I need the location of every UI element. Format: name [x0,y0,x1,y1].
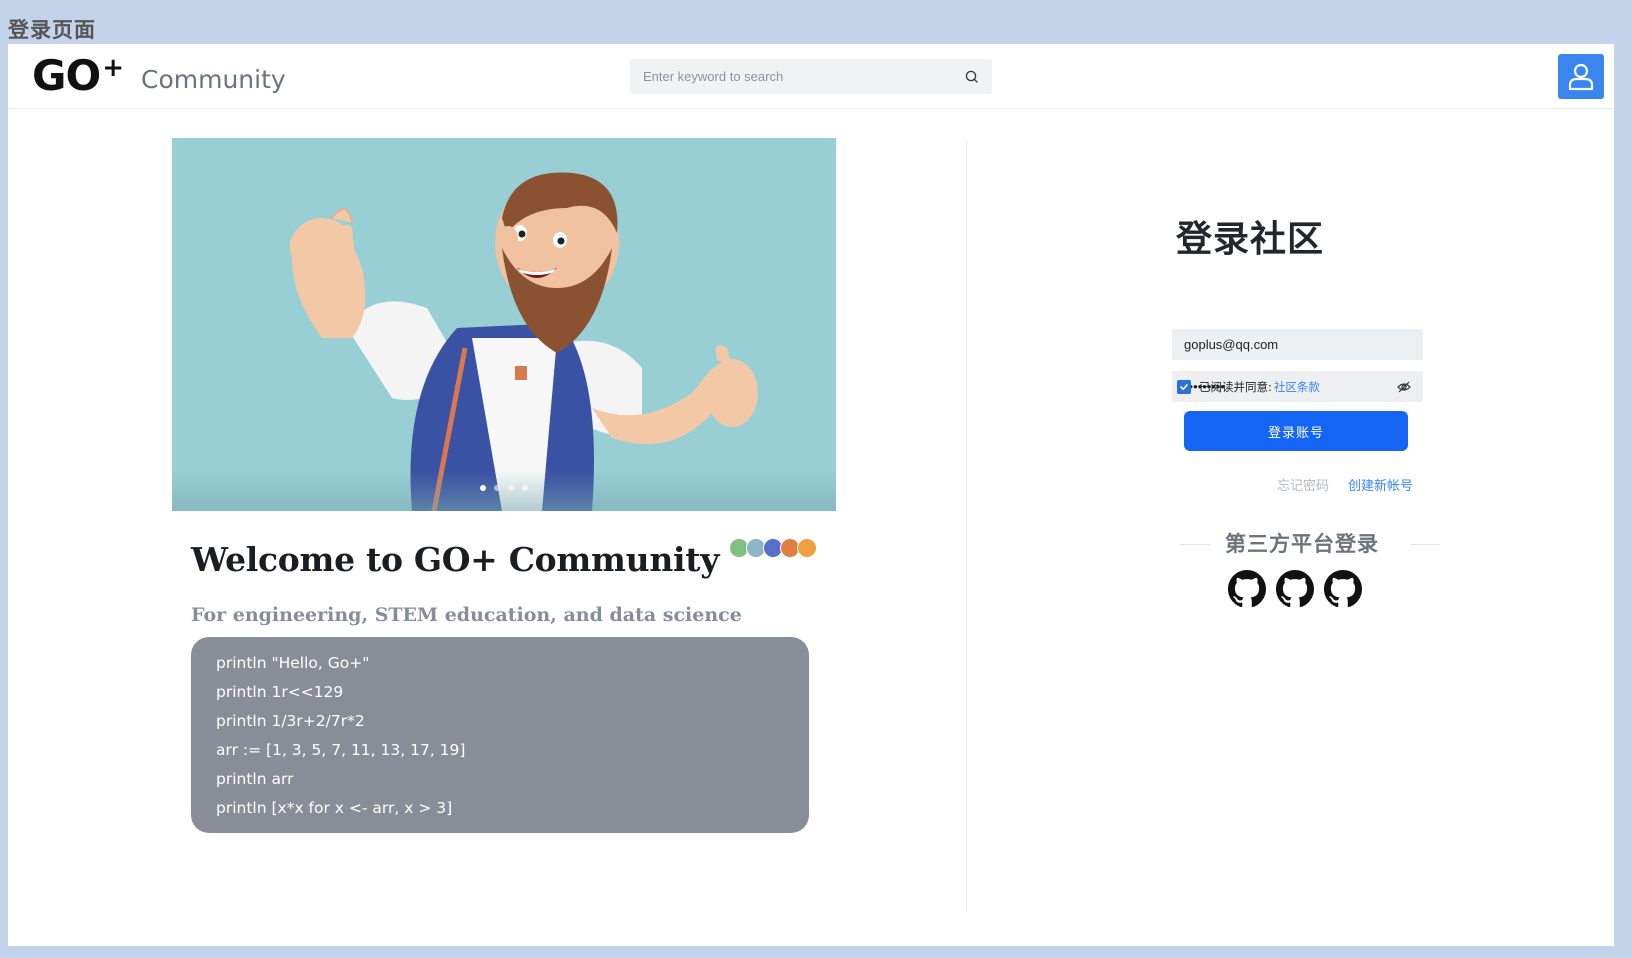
code-sample: println "Hello, Go+" println 1r<<129 pri… [191,637,809,833]
code-line: println 1/3r+2/7r*2 [216,712,365,730]
terms-agreement: 已阅读并同意: 社区条款 [1177,379,1320,395]
third-party-title: 第三方平台登录 [1225,532,1379,556]
email-field[interactable] [1172,329,1423,360]
github-icon[interactable] [1276,570,1314,608]
tagline: For engineering, STEM education, and dat… [191,604,742,626]
code-line: println 1r<<129 [216,683,344,701]
forgot-password-link[interactable]: 忘记密码 [1277,475,1329,494]
github-icon[interactable] [1324,570,1362,608]
vertical-divider [966,140,967,912]
terms-checkbox[interactable] [1177,380,1191,394]
user-icon [1568,63,1594,90]
search-input[interactable] [630,59,950,94]
top-header: GO+ Community [8,44,1614,109]
logo-subtitle: Community [140,64,286,94]
code-line: arr := [1, 3, 5, 7, 11, 13, 17, 19] [216,741,466,759]
hero-floor [172,471,836,511]
email-field-wrap [1172,329,1423,360]
code-line: println "Hello, Go+" [216,654,370,672]
search-box [630,59,992,94]
terms-label: 已阅读并同意: [1199,380,1272,394]
page-caption: 登录页面 [8,18,96,42]
carousel-dot[interactable] [508,485,514,491]
third-party-buttons [1228,570,1362,608]
avatar-group [729,538,817,558]
avatar [797,538,817,558]
user-account-button[interactable] [1558,54,1604,99]
logo[interactable]: GO+ Community [32,51,286,100]
create-account-link[interactable]: 创建新帐号 [1348,475,1413,494]
carousel-dot[interactable] [480,485,486,491]
code-line: println [x*x for x <- arr, x > 3] [216,799,453,817]
logo-mark: GO+ [32,51,124,100]
carousel-dots [172,485,836,491]
carousel-dot[interactable] [494,485,500,491]
code-line: println arr [216,770,294,788]
carousel-dot[interactable] [522,485,528,491]
terms-link[interactable]: 社区条款 [1274,379,1320,395]
hero-carousel[interactable] [172,138,836,511]
welcome-heading: Welcome to GO+ Community [191,540,720,579]
check-icon [1180,384,1188,391]
hero-illustration [289,172,758,511]
divider-line [1180,544,1210,545]
login-title: 登录社区 [1175,219,1324,260]
eye-off-icon[interactable] [1397,380,1411,394]
search-icon[interactable] [964,69,980,85]
login-button[interactable]: 登录账号 [1184,411,1408,451]
divider-line [1410,544,1440,545]
github-icon[interactable] [1228,570,1266,608]
